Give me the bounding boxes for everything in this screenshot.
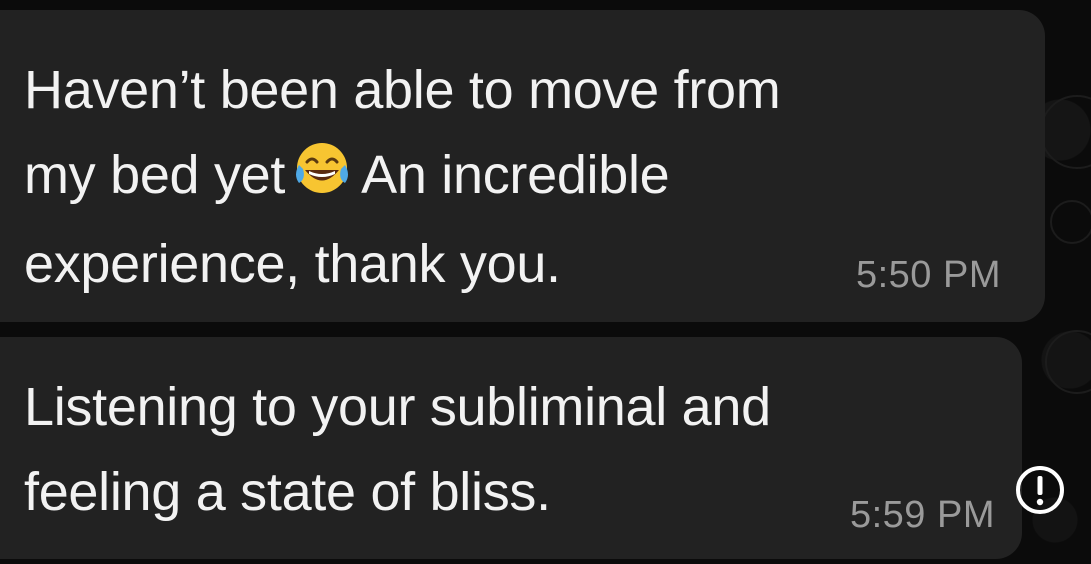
chat-background: Haven’t been able to move from my bed ye… [0,0,1091,564]
error-exclamation-icon[interactable] [1014,464,1066,516]
wallpaper-doodle [1050,200,1091,244]
wallpaper-doodle [1040,95,1091,169]
message-bubble[interactable]: Listening to your subliminal and feeling… [0,337,1022,559]
message-bubble[interactable]: Haven’t been able to move from my bed ye… [0,10,1045,322]
message-timestamp: 5:50 PM [855,254,1001,296]
message-timestamp: 5:59 PM [849,494,995,536]
wallpaper-doodle [1045,330,1091,394]
face-with-tears-of-joy-icon [291,137,353,222]
